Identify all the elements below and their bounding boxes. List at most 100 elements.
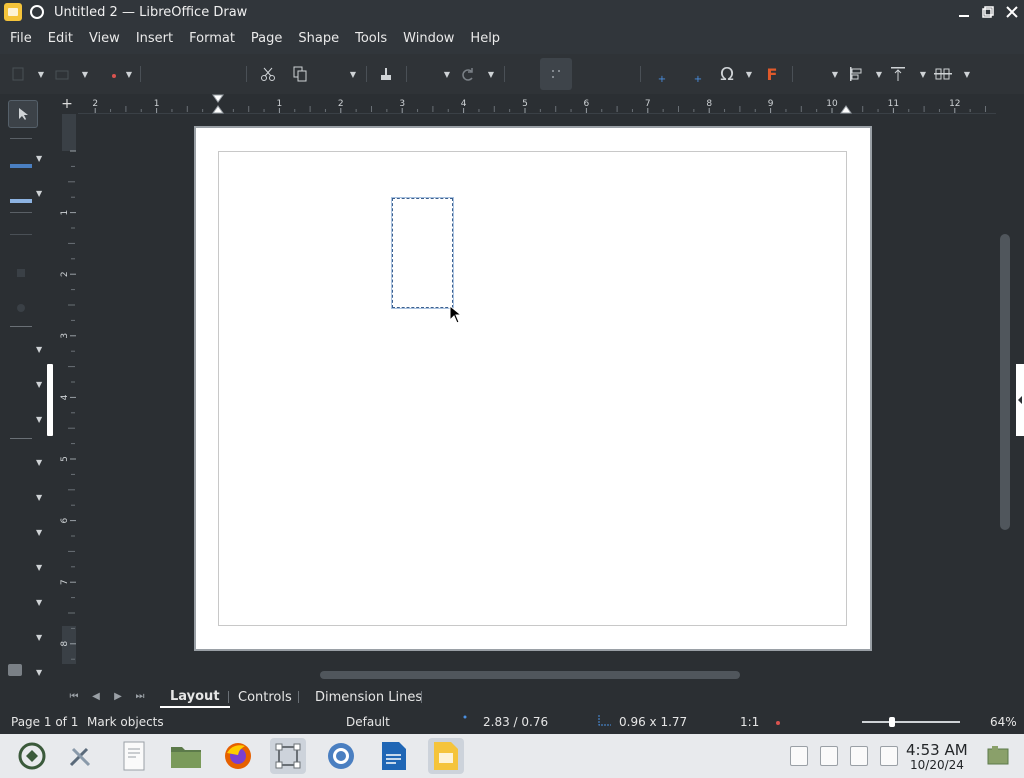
menu-shape[interactable]: Shape bbox=[290, 24, 347, 54]
select-tool[interactable] bbox=[8, 100, 38, 128]
selected-rectangle-shape[interactable] bbox=[391, 197, 454, 309]
ruler-origin[interactable]: + bbox=[56, 94, 78, 114]
3d-objects-dropdown-icon[interactable]: ▼ bbox=[36, 668, 42, 677]
previous-tab-icon[interactable]: ◀ bbox=[88, 688, 104, 704]
menu-tools[interactable]: Tools bbox=[347, 24, 395, 54]
right-sidebar-handle[interactable] bbox=[1016, 364, 1024, 436]
pin-icon[interactable] bbox=[30, 5, 44, 19]
zoom-slider[interactable] bbox=[862, 721, 960, 723]
menu-page[interactable]: Page bbox=[243, 24, 290, 54]
tab-controls[interactable]: Controls bbox=[228, 686, 302, 708]
block-arrows-dropdown-icon[interactable]: ▼ bbox=[36, 528, 42, 537]
menu-format[interactable]: Format bbox=[181, 24, 243, 54]
undo-icon[interactable] bbox=[416, 62, 436, 86]
fill-color-icon[interactable] bbox=[10, 199, 32, 203]
distribute-icon[interactable] bbox=[932, 62, 954, 86]
document-icon[interactable] bbox=[850, 746, 868, 766]
right-margin-marker[interactable] bbox=[840, 105, 852, 114]
paste-icon[interactable] bbox=[322, 62, 342, 86]
arrange-icon[interactable] bbox=[888, 62, 908, 86]
next-tab-icon[interactable]: ▶ bbox=[110, 688, 126, 704]
zoom-level[interactable]: 64% bbox=[990, 715, 1017, 729]
basic-shapes-dropdown-icon[interactable]: ▼ bbox=[36, 458, 42, 467]
connectors-dropdown-icon[interactable]: ▼ bbox=[36, 415, 42, 424]
last-tab-icon[interactable]: ⏭ bbox=[132, 688, 148, 704]
file-manager-icon[interactable] bbox=[168, 738, 204, 774]
document-icon[interactable] bbox=[880, 746, 898, 766]
stars-dropdown-icon[interactable]: ▼ bbox=[36, 633, 42, 642]
first-tab-icon[interactable]: ⏮ bbox=[66, 688, 82, 704]
clone-formatting-icon[interactable] bbox=[376, 62, 396, 86]
maximize-button[interactable] bbox=[976, 0, 1000, 24]
menu-insert[interactable]: Insert bbox=[128, 24, 181, 54]
close-button[interactable] bbox=[1000, 0, 1024, 24]
callouts-dropdown-icon[interactable]: ▼ bbox=[36, 598, 42, 607]
undo-dropdown-icon[interactable]: ▼ bbox=[442, 62, 452, 86]
line-color-icon[interactable] bbox=[10, 164, 32, 168]
line-tool-icon[interactable] bbox=[10, 234, 32, 235]
export-pdf-icon[interactable] bbox=[182, 62, 202, 86]
save-dropdown-icon[interactable]: ▼ bbox=[124, 62, 134, 86]
menu-help[interactable]: Help bbox=[462, 24, 508, 54]
firefox-icon[interactable] bbox=[220, 738, 256, 774]
chromium-icon[interactable] bbox=[323, 738, 359, 774]
menu-window[interactable]: Window bbox=[395, 24, 462, 54]
distribute-dropdown-icon[interactable]: ▼ bbox=[962, 62, 972, 86]
line-color-dropdown-icon[interactable]: ▼ bbox=[36, 154, 42, 163]
menu-edit[interactable]: Edit bbox=[40, 24, 81, 54]
clock-time[interactable]: 4:53 AM bbox=[906, 741, 968, 759]
print-icon[interactable] bbox=[216, 62, 236, 86]
document-icon[interactable] bbox=[790, 746, 808, 766]
minimize-button[interactable] bbox=[952, 0, 976, 24]
first-line-indent-marker[interactable] bbox=[212, 94, 224, 103]
settings-icon[interactable] bbox=[62, 738, 98, 774]
transformations-dropdown-icon[interactable]: ▼ bbox=[830, 62, 840, 86]
draw-icon[interactable] bbox=[270, 738, 306, 774]
menu-view[interactable]: View bbox=[81, 24, 128, 54]
show-desktop-icon[interactable] bbox=[980, 738, 1016, 774]
tab-layout[interactable]: Layout bbox=[160, 686, 230, 708]
align-dropdown-icon[interactable]: ▼ bbox=[874, 62, 884, 86]
special-character-dropdown-icon[interactable]: ▼ bbox=[744, 62, 754, 86]
transformations-icon[interactable] bbox=[804, 62, 824, 86]
new-document-icon[interactable] bbox=[8, 62, 28, 86]
curves-dropdown-icon[interactable]: ▼ bbox=[36, 380, 42, 389]
left-margin-marker[interactable] bbox=[212, 105, 224, 114]
lines-arrows-dropdown-icon[interactable]: ▼ bbox=[36, 345, 42, 354]
horizontal-ruler[interactable]: 2 1 1 2 3 4 5 6 7 8 9 10 11 12 bbox=[78, 94, 996, 114]
symbol-shapes-dropdown-icon[interactable]: ▼ bbox=[36, 493, 42, 502]
paste-dropdown-icon[interactable]: ▼ bbox=[348, 62, 358, 86]
impress-icon[interactable] bbox=[428, 738, 464, 774]
new-dropdown-icon[interactable]: ▼ bbox=[36, 62, 46, 86]
copy-icon[interactable] bbox=[290, 62, 310, 86]
kde-menu-icon[interactable] bbox=[14, 738, 50, 774]
helplines-icon[interactable] bbox=[584, 62, 604, 86]
vertical-scrollbar[interactable] bbox=[1000, 234, 1010, 530]
tab-dimension-lines[interactable]: Dimension Lines bbox=[305, 686, 432, 708]
horizontal-scrollbar[interactable] bbox=[320, 671, 740, 679]
align-objects-icon[interactable] bbox=[846, 62, 866, 86]
open-icon[interactable] bbox=[52, 62, 72, 86]
ellipse-tool-icon[interactable] bbox=[17, 304, 25, 312]
zoom-slider-knob[interactable] bbox=[889, 717, 895, 727]
fontwork-icon[interactable]: F bbox=[762, 62, 782, 86]
export-icon[interactable] bbox=[150, 62, 170, 86]
insert-image-icon[interactable]: + bbox=[652, 62, 672, 86]
vertical-ruler[interactable]: 1 2 3 4 5 6 7 8 bbox=[56, 114, 78, 664]
redo-icon[interactable] bbox=[458, 62, 478, 86]
3d-objects-icon[interactable] bbox=[8, 664, 22, 676]
save-icon[interactable] bbox=[102, 62, 122, 86]
rectangle-tool-icon[interactable] bbox=[17, 269, 25, 277]
special-character-icon[interactable]: Ω bbox=[716, 62, 738, 86]
redo-dropdown-icon[interactable]: ▼ bbox=[486, 62, 496, 86]
document-icon[interactable] bbox=[820, 746, 838, 766]
scale-indicator[interactable]: 1:1 bbox=[740, 715, 759, 729]
open-dropdown-icon[interactable]: ▼ bbox=[80, 62, 90, 86]
fill-color-dropdown-icon[interactable]: ▼ bbox=[36, 189, 42, 198]
writer-icon[interactable] bbox=[376, 738, 412, 774]
insert-table-icon[interactable]: + bbox=[688, 62, 708, 86]
sidebar-collapse-handle[interactable] bbox=[47, 364, 53, 436]
cut-icon[interactable] bbox=[258, 62, 278, 86]
flowchart-dropdown-icon[interactable]: ▼ bbox=[36, 563, 42, 572]
menu-file[interactable]: File bbox=[2, 24, 40, 54]
